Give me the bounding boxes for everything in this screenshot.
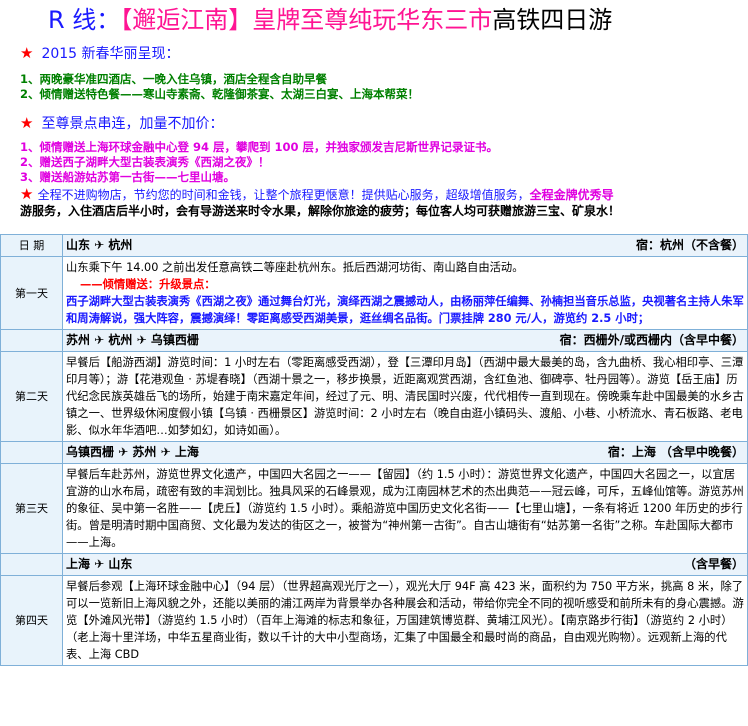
- day3-route: 乌镇西栅 ✈ 苏州 ✈ 上海: [66, 445, 199, 459]
- day1-row: 第一天 山东乘下午 14.00 之前出发任意高铁二等座赴杭州东。抵后西湖河坊街、…: [0, 256, 748, 330]
- day4-label: 第四天: [0, 575, 63, 666]
- day2-row: 第二天 早餐后【船游西湖】游览时间：1 小时左右（零距离感受西湖），登【三潭印月…: [0, 351, 748, 442]
- day2-route: 苏州 ✈ 杭州 ✈ 乌镇西栅: [66, 333, 199, 347]
- day3-content: 早餐后车赴苏州，游览世界文化遗产，中国四大名园之一——【留园】（约 1.5 小时…: [62, 463, 748, 554]
- notice: ★ 全程不进购物店，节约您的时间和金钱，让整个旅程更惬意！提供贴心服务，超级增值…: [0, 186, 748, 219]
- day1-detail: 西子湖畔大型古装表演秀《西湖之夜》通过舞台灯光，演绎西湖之震撼动人，由杨丽萍任编…: [66, 295, 744, 325]
- itinerary-table: 日 期 山东 ✈ 杭州 宿：杭州（不含餐） 第一天 山东乘下午 14.00 之前…: [0, 234, 748, 666]
- star-icon: ★: [20, 186, 34, 203]
- day3-stay: 宿：上海 （含早中晚餐）: [607, 445, 744, 459]
- date-header: 日 期: [0, 234, 63, 257]
- day1-stay: 宿：杭州（不含餐）: [635, 238, 744, 252]
- notice-line-2: 游服务，入住酒店后半小时，会有导游送来时令水果，解除你旅途的疲劳；每位客人均可获…: [20, 204, 621, 218]
- scenic-line-1: 1、倾情赠送上海环球金融中心登 94 层，攀爬到 100 层，并独家颁发吉尼斯世…: [20, 140, 499, 154]
- star-icon: ★: [20, 44, 34, 62]
- scenic-line-2: 2、赠送西子湖畔大型古装表演秀《西湖之夜》！: [20, 155, 270, 169]
- day2-content: 早餐后【船游西湖】游览时间：1 小时左右（零距离感受西湖），登【三潭印月岛】（西…: [62, 351, 748, 442]
- day2-label: 第二天: [0, 351, 63, 442]
- page: R 线：【邂逅江南】皇牌至尊纯玩华东三市高铁四日游 ★ 2015 新春华丽呈现： …: [0, 0, 748, 726]
- day4-head-row: 上海 ✈ 山东 （含早餐）: [0, 553, 748, 576]
- table-header-row: 日 期 山东 ✈ 杭州 宿：杭州（不含餐）: [0, 234, 748, 257]
- title-brand: 【邂逅江南】皇牌至尊纯玩华东三市: [120, 6, 493, 34]
- section-scenic: ★ 至尊景点串连，加量不加价： 1、倾情赠送上海环球金融中心登 94 层，攀爬到 …: [0, 112, 748, 185]
- day3-head-row: 乌镇西栅 ✈ 苏州 ✈ 上海 宿：上海 （含早中晚餐）: [0, 441, 748, 464]
- day1-route: 山东 ✈ 杭州: [66, 238, 133, 252]
- section-spring-heading: ★ 2015 新春华丽呈现：: [20, 44, 180, 62]
- day4-stay: （含早餐）: [683, 557, 744, 571]
- day1-route-cell: 山东 ✈ 杭州 宿：杭州（不含餐）: [62, 234, 748, 257]
- spring-line-2: 2、倾情赠送特色餐——寒山寺素斋、乾隆御茶宴、太湖三白宴、上海本帮菜！: [20, 87, 419, 101]
- scenic-line-3: 3、赠送船游姑苏第一古街——七里山塘。: [20, 170, 235, 184]
- section-scenic-heading: ★ 至尊景点串连，加量不加价：: [20, 114, 224, 132]
- day2-head-row: 苏州 ✈ 杭州 ✈ 乌镇西栅 宿：西栅外/或西栅内（含早中餐）: [0, 329, 748, 352]
- day3-label: 第三天: [0, 463, 63, 554]
- title-prefix: R 线：: [48, 6, 121, 34]
- day1-gift: ——倾情赠送：升级景点：: [80, 278, 216, 291]
- day3-row: 第三天 早餐后车赴苏州，游览世界文化遗产，中国四大名园之一——【留园】（约 1.…: [0, 463, 748, 554]
- day1-content: 山东乘下午 14.00 之前出发任意高铁二等座赴杭州东。抵后西湖河坊街、南山路自…: [62, 256, 748, 330]
- star-icon: ★: [20, 114, 34, 132]
- day4-content: 早餐后参观【上海环球金融中心】（94 层）（世界超高观光厅之一），观光大厅 94…: [62, 575, 748, 666]
- spring-line-1: 1、两晚豪华准四酒店、一晚入住乌镇，酒店全程含自助早餐: [20, 72, 327, 86]
- title-suffix: 高铁四日游: [492, 6, 613, 34]
- day2-stay: 宿：西栅外/或西栅内（含早中餐）: [559, 333, 744, 347]
- day4-row: 第四天 早餐后参观【上海环球金融中心】（94 层）（世界超高观光厅之一），观光大…: [0, 575, 748, 666]
- day4-route: 上海 ✈ 山东: [66, 557, 133, 571]
- section-spring: ★ 2015 新春华丽呈现： 1、两晚豪华准四酒店、一晚入住乌镇，酒店全程含自助早…: [0, 42, 748, 102]
- notice-line-1: ★ 全程不进购物店，节约您的时间和金钱，让整个旅程更惬意！提供贴心服务，超级增值…: [20, 186, 614, 203]
- day1-label: 第一天: [0, 256, 63, 330]
- page-title: R 线：【邂逅江南】皇牌至尊纯玩华东三市高铁四日游: [0, 0, 748, 40]
